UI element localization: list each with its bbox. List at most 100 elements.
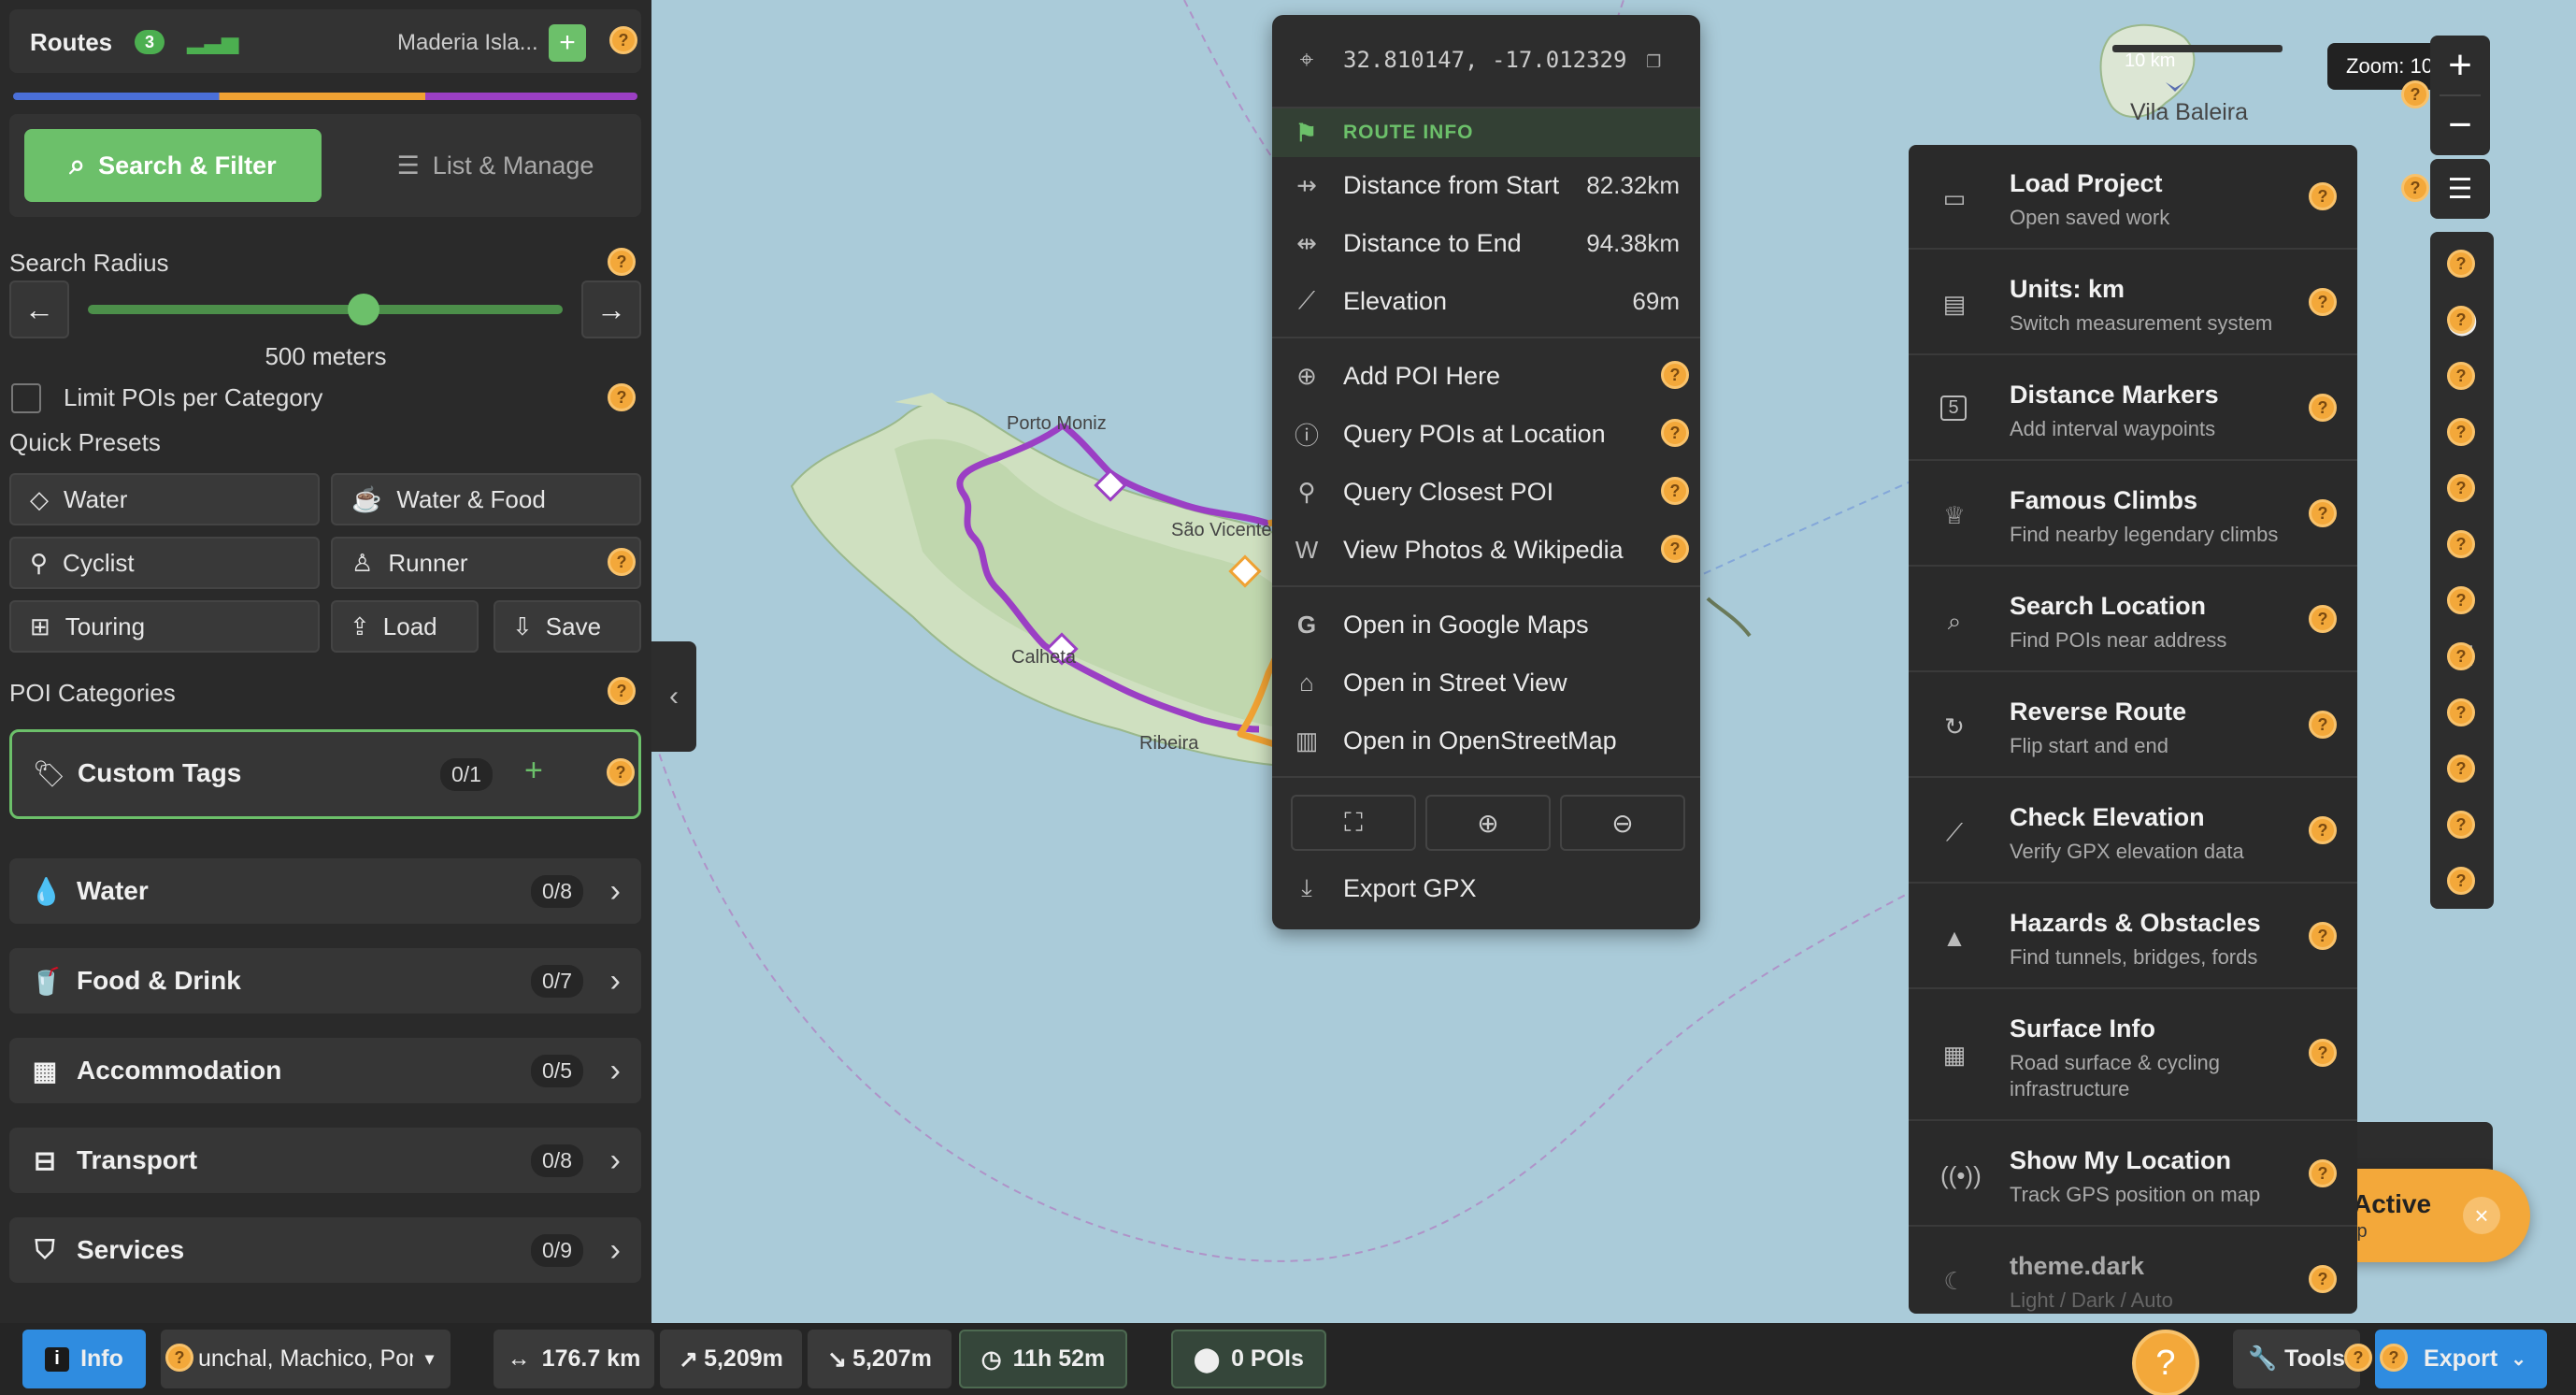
help-icon[interactable]: ?	[2309, 816, 2337, 844]
help-icon[interactable]: ?	[1661, 361, 1689, 389]
help-icon[interactable]: ?	[2447, 755, 2475, 783]
radius-slider-thumb[interactable]	[347, 294, 379, 325]
help-icon[interactable]: ?	[2447, 306, 2475, 334]
help-icon[interactable]: ?	[2309, 182, 2337, 210]
load-preset-button[interactable]: ⇪ Load	[331, 600, 479, 653]
help-icon[interactable]: ?	[2447, 250, 2475, 278]
zoom-in-here-button[interactable]: ⊕	[1425, 795, 1551, 851]
help-icon[interactable]: ?	[2447, 811, 2475, 839]
help-icon[interactable]: ?	[2447, 362, 2475, 390]
help-icon[interactable]: ?	[2309, 499, 2337, 527]
category-services[interactable]: ⛉ Services 0/9 ›	[9, 1217, 641, 1283]
radius-slider-track[interactable]	[88, 305, 563, 314]
help-icon[interactable]: ?	[2447, 474, 2475, 502]
preset-cyclist-button[interactable]: ⚲ Cyclist	[9, 537, 320, 589]
tool-theme[interactable]: ☾ theme.dark Light / Dark / Auto?	[1909, 1228, 2357, 1314]
tool-hazards[interactable]: ▲ Hazards & Obstacles Find tunnels, bridge…	[1909, 884, 2357, 989]
info-button[interactable]: i Info	[22, 1330, 146, 1388]
fit-bounds-button[interactable]: ⛶	[1291, 795, 1416, 851]
tab-list-manage[interactable]: ☰ List & Manage	[365, 129, 626, 202]
help-icon[interactable]: ?	[1661, 419, 1689, 447]
tool-load-project[interactable]: ▭ Load Project Open saved work?	[1909, 145, 2357, 250]
add-tag-button[interactable]: +	[524, 753, 543, 789]
query-pois-item[interactable]: ⓘ Query POIs at Location	[1293, 410, 1680, 458]
export-gpx-item[interactable]: ⤓ Export GPX	[1293, 864, 1680, 913]
street-view-item[interactable]: ⌂ Open in Street View	[1293, 658, 1680, 707]
zoom-out-here-button[interactable]: ⊖	[1560, 795, 1685, 851]
tab-search-filter[interactable]: ⌕ Search & Filter	[24, 129, 322, 202]
help-icon[interactable]: ?	[1661, 477, 1689, 505]
category-accommodation[interactable]: ▦ Accommodation 0/5 ›	[9, 1038, 641, 1103]
help-icon[interactable]: ?	[2447, 867, 2475, 895]
radius-decrease-button[interactable]: ←	[9, 280, 69, 338]
poi-count-value: 0 POIs	[1231, 1345, 1304, 1372]
category-water[interactable]: 💧 Water 0/8 ›	[9, 858, 641, 924]
query-closest-item[interactable]: ⚲ Query Closest POI	[1293, 467, 1680, 516]
google-maps-item[interactable]: G Open in Google Maps	[1293, 600, 1680, 649]
tools-button[interactable]: 🔧 Tools	[2233, 1330, 2360, 1388]
limit-pois-checkbox[interactable]	[11, 383, 41, 413]
layers-button[interactable]: ☰	[2430, 159, 2490, 219]
signal-icon[interactable]: ▂▃▅	[187, 28, 238, 55]
help-icon[interactable]: ?	[608, 677, 636, 705]
route-name[interactable]: Maderia Isla...	[397, 30, 538, 56]
category-food-drink[interactable]: 🥤 Food & Drink 0/7 ›	[9, 948, 641, 1014]
help-icon[interactable]: ?	[2447, 530, 2475, 558]
help-icon[interactable]: ?	[2309, 605, 2337, 633]
help-icon[interactable]: ?	[2380, 1344, 2408, 1372]
location-select[interactable]: unchal, Machico, Por ▾	[161, 1330, 451, 1388]
help-icon[interactable]: ?	[2447, 418, 2475, 446]
help-icon[interactable]: ?	[2309, 922, 2337, 950]
preset-runner-button[interactable]: ♙ Runner	[331, 537, 641, 589]
tool-surface-info[interactable]: ▦ Surface Info Road surface & cycling infr…	[1909, 990, 2357, 1121]
help-icon[interactable]: ?	[2309, 1265, 2337, 1293]
help-icon[interactable]: ?	[607, 758, 635, 786]
help-icon[interactable]: ?	[2401, 174, 2429, 202]
tool-check-elevation[interactable]: ⟋ Check Elevation Verify GPX elevation dat…	[1909, 779, 2357, 884]
help-icon[interactable]: ?	[608, 383, 636, 411]
help-icon[interactable]: ?	[2447, 642, 2475, 670]
help-icon[interactable]: ?	[608, 248, 636, 276]
help-icon[interactable]: ?	[2309, 711, 2337, 739]
help-icon[interactable]: ?	[2344, 1344, 2372, 1372]
save-preset-button[interactable]: ⇩ Save	[494, 600, 641, 653]
add-poi-item[interactable]: ⊕ Add POI Here	[1293, 352, 1680, 400]
chevron-right-icon: ›	[609, 962, 621, 999]
preset-touring-button[interactable]: ⊞ Touring	[9, 600, 320, 653]
preset-water-label: Water	[64, 484, 128, 513]
collapse-sidebar-button[interactable]: ‹	[651, 641, 696, 752]
tool-show-location[interactable]: ((•)) Show My Location Track GPS position …	[1909, 1122, 2357, 1227]
add-route-button[interactable]: +	[549, 24, 586, 62]
tool-search-location[interactable]: ⌕ Search Location Find POIs near address?	[1909, 568, 2357, 672]
help-icon[interactable]: ?	[1661, 535, 1689, 563]
tool-famous-climbs[interactable]: ♕ Famous Climbs Find nearby legendary clim…	[1909, 462, 2357, 567]
copy-icon[interactable]: ❐	[1646, 46, 1661, 74]
help-icon[interactable]: ?	[2447, 586, 2475, 614]
help-icon[interactable]: ?	[165, 1344, 193, 1372]
help-icon[interactable]: ?	[2309, 1159, 2337, 1187]
tool-reverse-route[interactable]: ↻ Reverse Route Flip start and end?	[1909, 673, 2357, 778]
help-icon[interactable]: ?	[2447, 698, 2475, 726]
help-icon[interactable]: ?	[2309, 288, 2337, 316]
coordinates-row[interactable]: ⌖ 32.810147, -17.012329 ❐	[1293, 36, 1680, 84]
tool-subtitle: Find tunnels, bridges, fords	[2010, 945, 2258, 969]
category-transport[interactable]: ⊟ Transport 0/8 ›	[9, 1128, 641, 1193]
radius-increase-button[interactable]: →	[581, 280, 641, 338]
osm-item[interactable]: ▥ Open in OpenStreetMap	[1293, 716, 1680, 765]
preset-water-button[interactable]: ◇ Water	[9, 473, 320, 525]
view-photos-item[interactable]: W View Photos & Wikipedia	[1293, 525, 1680, 574]
toast-close-button[interactable]: ×	[2463, 1197, 2500, 1234]
zoom-out-button[interactable]: −	[2430, 95, 2490, 155]
help-icon[interactable]: ?	[609, 26, 637, 54]
help-fab-button[interactable]: ?	[2132, 1330, 2199, 1395]
tool-distance-markers[interactable]: 5 Distance Markers Add interval waypoints?	[1909, 356, 2357, 461]
zoom-in-button[interactable]: +	[2430, 36, 2490, 95]
help-icon[interactable]: ?	[2401, 80, 2429, 108]
help-icon[interactable]: ?	[608, 548, 636, 576]
help-icon[interactable]: ?	[2309, 394, 2337, 422]
preset-water-food-button[interactable]: ☕ Water & Food	[331, 473, 641, 525]
poi-count-button[interactable]: ⬤ 0 POIs	[1171, 1330, 1326, 1388]
help-icon[interactable]: ?	[2309, 1039, 2337, 1067]
custom-tags-panel[interactable]: 🏷 Custom Tags 0/1 + ?	[9, 729, 641, 819]
tool-units[interactable]: ▤ Units: km Switch measurement system?	[1909, 251, 2357, 355]
